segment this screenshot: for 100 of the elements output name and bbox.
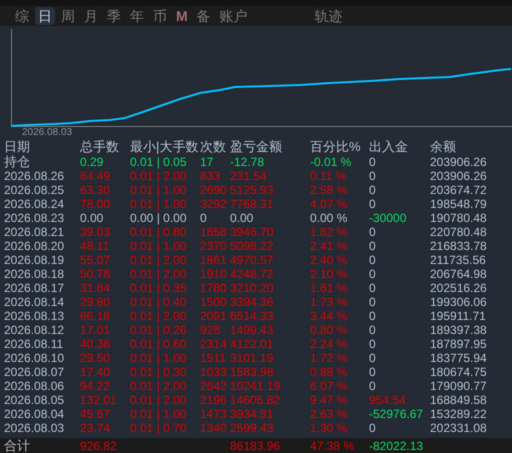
column-header: 总手数 [80,140,120,154]
table-cell-text: 0.01 | 0.30 [130,365,188,379]
table-cell-text: 206764.98 [430,267,488,281]
tab[interactable]: 账户 [216,7,251,25]
table-cell-text: 1473 [200,407,228,421]
table-cell-text: 40.38 [80,337,112,351]
table-cell-text: 94.22 [80,379,112,393]
table-cell-text: 0.01 | 1.00 [130,183,188,197]
tab[interactable]: 综 [12,7,32,25]
table-cell-text: 5125.93 [230,183,274,197]
date-cell-text: 2026.08.18 [3,267,66,281]
table-cell-text: 5098.22 [230,239,274,253]
table-cell-text: 1511 [200,351,227,365]
table-cell-text: 66.18 [80,309,112,323]
table-cell-text: 153289.22 [430,407,488,421]
table-cell-text: 0.01 | 0.05 [130,155,188,169]
date-cell-text: 2026.08.25 [3,183,66,197]
date-cell-text: 2026.08.13 [3,309,66,323]
tab[interactable]: 年 [127,7,147,25]
tab[interactable]: 备 [194,7,214,25]
table-cell-text: 45.67 [80,407,112,421]
table-cell-text: 6.07 % [310,379,348,393]
table-cell-text: 0.00 | 0.00 [130,211,188,225]
table-cell-text: 0.01 | 1.00 [130,407,188,421]
table-cell-text: 3946.70 [230,225,274,239]
table-cell-text: 0.00 [230,211,254,225]
table-cell-text: 0.01 | 1.00 [130,239,188,253]
table-cell-text: 23.74 [80,421,112,435]
table-cell-text: 0.01 | 0.35 [130,281,188,295]
table-cell-text: 926.82 [80,439,118,453]
column-header: 日期 [3,140,31,154]
tab[interactable]: M [173,7,191,25]
table-cell-text: 3210.20 [230,281,274,295]
table-cell-text: 0.00 % [310,211,348,225]
date-cell-text: 2026.08.07 [3,365,66,379]
table-cell-text: 1.72 % [310,351,348,365]
date-cell-text: 2026.08.26 [3,169,66,183]
date-cell-text: 2026.08.10 [3,351,66,365]
table-cell-text: 55.07 [80,253,112,267]
table-cell-text: 0.01 | 0.40 [130,295,188,309]
table-cell-text: 14605.82 [230,393,282,407]
table-cell-text: 2690 [200,183,228,197]
table-cell-text: 0 [369,197,377,211]
table-cell-text: 1.61 % [310,281,348,295]
table-cell-text: 190780.48 [430,211,488,225]
table-cell-text: 2091 [200,309,228,323]
table-cell-text: 0 [200,211,208,225]
table-cell-text: 2314 [200,337,228,351]
table-cell-text: -52976.67 [369,407,424,421]
table-cell-text: 1340 [200,421,228,435]
table-cell-text: 2.40 % [310,253,348,267]
table-cell-text: 1499.43 [230,323,274,337]
table-cell-text: 2196 [200,393,228,407]
table-cell-text: 0.01 | 2.00 [130,309,188,323]
date-cell-text: 2026.08.19 [3,253,66,267]
table-cell-text: 1500 [200,295,228,309]
table-cell-text: 179090.77 [430,379,488,393]
tab[interactable]: 币 [150,7,170,25]
table-cell-text: 0 [369,323,377,337]
table-cell-text: 2599.43 [230,421,274,435]
table-cell-text: 0.11 % [310,169,348,183]
table-cell-text: 198548.79 [430,197,488,211]
table-cell-text: 3292 [200,197,228,211]
tab[interactable]: 季 [104,7,124,25]
table-cell-text: 2642 [200,379,228,393]
table-cell-text: 168849.58 [430,393,488,407]
tab[interactable]: 轨迹 [312,7,346,25]
table-cell-text: 0.01 | 2.00 [130,393,188,407]
date-cell-text: 2026.08.06 [3,379,66,393]
table-cell-text: 3.44 % [310,309,348,323]
tab[interactable]: 日 [35,7,55,25]
date-cell-text: 2026.08.24 [3,197,66,211]
table-cell-text: 31.84 [80,281,112,295]
table-cell-text: 1583.98 [230,365,274,379]
table-cell-text: 0.01 | 2.00 [130,169,188,183]
table-cell-text: 0.29 [80,155,104,169]
table-cell-text: 0.01 | 1.00 [130,197,188,211]
table-cell-text: 183775.94 [430,351,488,365]
table-cell-text: 2.41 % [310,239,348,253]
table-cell-text: 47.38 % [310,439,356,453]
table-cell-text: 0 [369,239,377,253]
table-cell-text: 231.54 [230,169,268,183]
table-cell-text: 4970.57 [230,253,274,267]
table-cell-text: 2.24 % [310,337,348,351]
table-cell-text: 0 [369,169,377,183]
table-cell-text: 203906.26 [430,155,488,169]
column-header: 最小|大手数 [130,140,200,154]
table-cell-text: 203674.72 [430,183,488,197]
table-cell-text: 50.78 [80,267,112,281]
table-cell-text: 180674.75 [430,365,488,379]
tab[interactable]: 周 [58,7,78,25]
date-cell-text: 2026.08.03 [3,421,66,435]
table-cell-text: 0 [369,351,377,365]
table-cell-text: 211735.56 [430,253,487,267]
column-header: 余额 [430,140,457,154]
table-cell-text: 39.03 [80,225,112,239]
table-cell-text: 0.00 [80,211,104,225]
table-cell-text: 17.01 [80,323,112,337]
table-cell-text: 78.00 [80,197,112,211]
tab[interactable]: 月 [81,7,101,25]
